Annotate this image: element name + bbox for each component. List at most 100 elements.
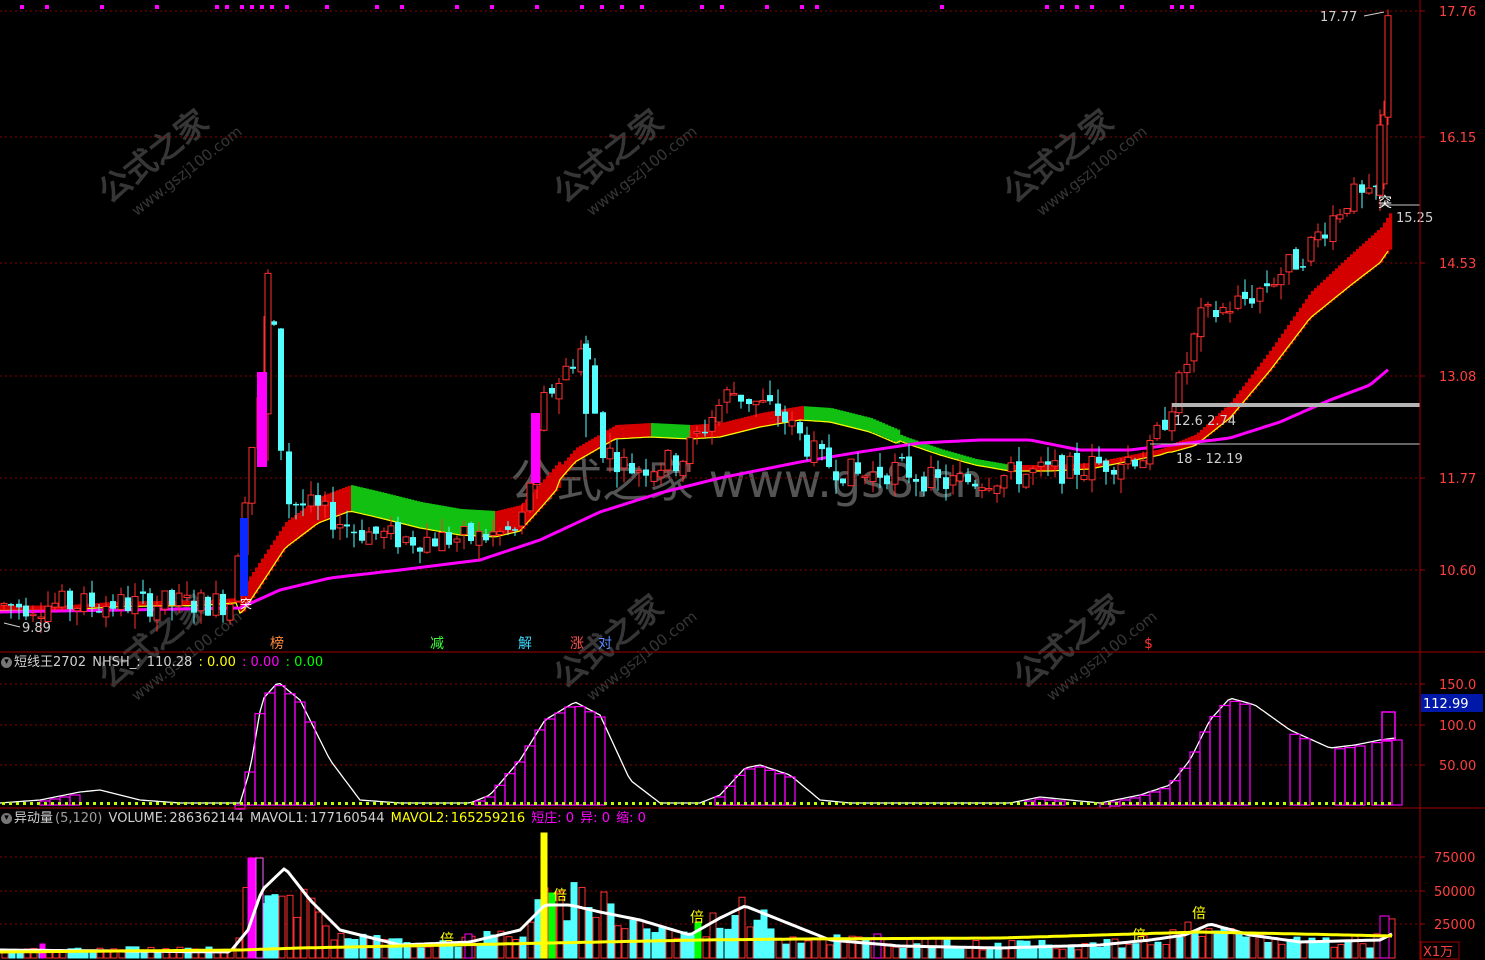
candle-body xyxy=(512,529,518,531)
ribbon-segment xyxy=(435,504,439,531)
candle xyxy=(1343,208,1351,217)
indicator-dot xyxy=(191,802,194,805)
indicator-dot xyxy=(422,802,425,805)
indicator-dot xyxy=(1017,802,1020,805)
indicator-dot xyxy=(464,802,467,805)
indicator-dot xyxy=(9,802,12,805)
indicator-step xyxy=(1239,703,1251,806)
candle-body xyxy=(549,387,555,394)
volume-bar xyxy=(906,939,914,959)
indicator-dot xyxy=(709,802,712,805)
candle-body xyxy=(380,530,388,538)
candle-body xyxy=(847,458,855,487)
volume-bar xyxy=(1176,936,1184,959)
volume-bar xyxy=(1242,936,1250,959)
ribbon-segment xyxy=(627,424,631,439)
volume-bar xyxy=(1198,935,1206,959)
candle-body xyxy=(782,411,788,423)
signal-dot xyxy=(240,5,244,9)
signal-dot xyxy=(1090,5,1094,9)
ribbon-segment xyxy=(1338,265,1342,296)
ribbon-segment xyxy=(1386,217,1390,255)
candle-body xyxy=(271,321,277,325)
candle-body xyxy=(1022,473,1030,488)
ribbon-segment xyxy=(3,605,7,611)
candle-body xyxy=(212,593,220,616)
ribbon-segment xyxy=(987,461,991,468)
ribbon-segment xyxy=(978,459,982,466)
candle xyxy=(1249,285,1255,309)
ribbon-segment xyxy=(723,422,727,437)
candle-body xyxy=(307,494,315,507)
candle-body xyxy=(23,605,29,617)
candle-body xyxy=(359,530,365,541)
indicator-dot xyxy=(905,802,908,805)
indicator-step xyxy=(1334,748,1346,806)
ribbon-segment xyxy=(651,423,655,438)
ribbon-segment xyxy=(357,486,361,513)
ribbon-segment xyxy=(1308,294,1312,321)
ribbon-segment xyxy=(288,519,292,546)
candle xyxy=(600,410,606,463)
signal-dot xyxy=(455,5,459,9)
candle xyxy=(1213,300,1219,323)
candle-body xyxy=(635,470,643,473)
indicator-dot xyxy=(919,802,922,805)
candle xyxy=(1264,270,1270,293)
ribbon-segment xyxy=(888,425,892,440)
ribbon-segment xyxy=(747,416,751,431)
volume-bar xyxy=(527,921,535,959)
indicator-field-name: NHSH_: xyxy=(92,655,141,670)
signal-dot xyxy=(940,5,944,9)
candle xyxy=(1162,406,1168,431)
indicator-field-value: 110.28 xyxy=(146,655,193,670)
volume-bar xyxy=(782,943,790,959)
indicator-dot xyxy=(1318,802,1321,805)
indicator-step xyxy=(744,768,756,806)
candle-body xyxy=(96,611,102,613)
indicator-dot xyxy=(1080,802,1083,805)
price-axis-label: 14.53 xyxy=(1439,257,1476,272)
candle-body xyxy=(693,430,701,434)
candle-body xyxy=(562,365,570,381)
indicator-dot xyxy=(968,802,971,805)
indicator-step xyxy=(244,771,256,806)
candle xyxy=(58,584,66,611)
volume-bar xyxy=(804,940,812,959)
indicator-dot xyxy=(1164,802,1167,805)
indicator-step xyxy=(784,776,796,806)
ribbon-segment xyxy=(975,459,979,465)
indicator-dot xyxy=(226,802,229,805)
candle-body xyxy=(496,531,504,536)
candle-body xyxy=(927,466,935,489)
signal-tag: 对 xyxy=(598,636,612,652)
candle-body xyxy=(686,437,694,465)
candle xyxy=(125,585,131,614)
candle-body xyxy=(723,389,731,403)
indicator-dot xyxy=(863,802,866,805)
volume-bar xyxy=(892,946,900,959)
indicator-step xyxy=(514,761,526,806)
candle-body xyxy=(657,469,665,478)
indicator-dot xyxy=(275,802,278,805)
indicator-dot xyxy=(1304,802,1307,805)
ribbon-segment xyxy=(729,420,733,435)
indicator-legend: ▾ 短线王2702 NHSH_: 110.28 : 0.00 : 0.00 : 0… xyxy=(0,654,325,672)
indicator-dot xyxy=(1136,802,1139,805)
signal-dot xyxy=(1120,5,1124,9)
volume-bar xyxy=(395,938,403,959)
indicator-dot xyxy=(1220,802,1223,805)
candle xyxy=(344,510,350,538)
candle-body xyxy=(1051,460,1059,467)
collapse-chevron-icon[interactable]: ▾ xyxy=(1,813,12,824)
indicator-step xyxy=(764,769,776,806)
signal-dot xyxy=(100,5,104,9)
suo-value: 缩: 0 xyxy=(616,811,646,826)
candle-body xyxy=(468,522,474,541)
gray-resistance-line xyxy=(1172,403,1420,407)
candle-body xyxy=(475,530,483,546)
collapse-chevron-icon[interactable]: ▾ xyxy=(1,657,12,668)
candlestick-series[interactable] xyxy=(0,9,1392,634)
candle-body xyxy=(365,531,373,545)
indicator-dot xyxy=(1346,802,1349,805)
